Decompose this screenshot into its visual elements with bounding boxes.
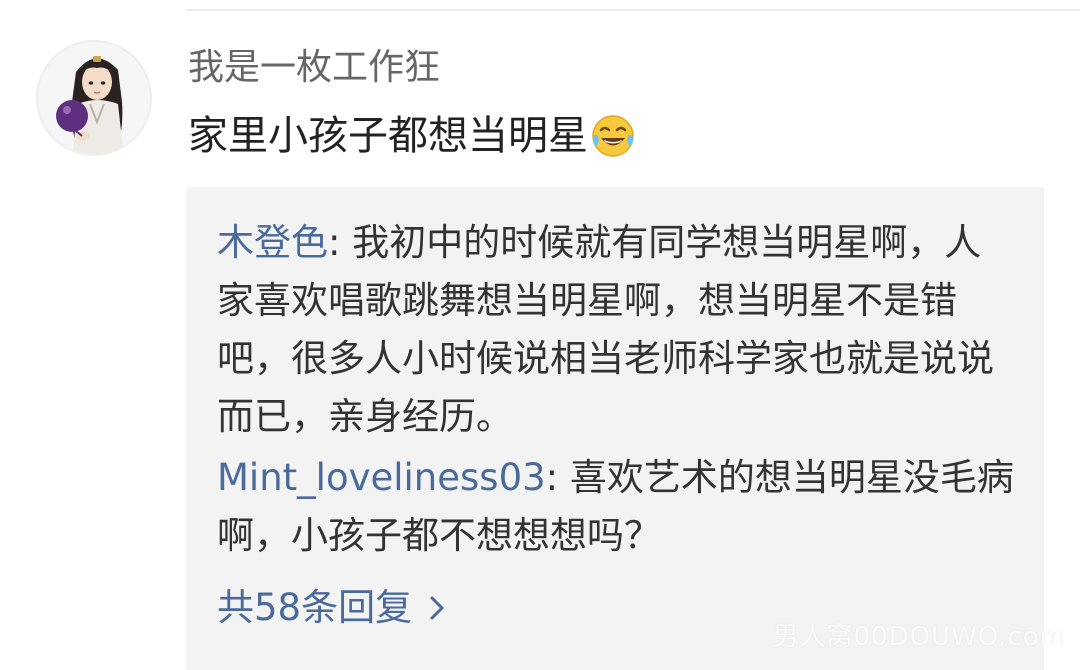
- comment-text: 家里小孩子都想当明星: [188, 113, 588, 159]
- laugh-cry-emoji-icon: [592, 115, 634, 157]
- comment-page: 我是一枚工作狂 家里小孩子都想当明星 木登色: 我初中的时候就有同学想当明星啊，…: [0, 0, 1080, 670]
- comment-body: 家里小孩子都想当明星: [188, 109, 636, 163]
- more-replies-link[interactable]: 共58条回复: [217, 579, 446, 637]
- reply-author-link[interactable]: 木登色: [217, 221, 328, 264]
- avatar[interactable]: [36, 40, 152, 156]
- avatar-illustration: [38, 42, 150, 154]
- divider: [186, 9, 1080, 11]
- reply-separator: :: [545, 456, 570, 499]
- comment-username[interactable]: 我是一枚工作狂: [188, 44, 440, 92]
- chevron-right-icon: [430, 596, 444, 620]
- reply-item: 木登色: 我初中的时候就有同学想当明星啊，人家喜欢唱歌跳舞想当明星啊，想当明星不…: [217, 214, 1017, 446]
- more-replies-label: 共58条回复: [217, 586, 413, 629]
- reply-item: Mint_loveliness03: 喜欢艺术的想当明星没毛病啊，小孩子都不想想…: [217, 449, 1017, 565]
- reply-author-link[interactable]: Mint_loveliness03: [217, 456, 546, 499]
- watermark: 男人窝00DOUWO.com: [772, 622, 1066, 652]
- replies-panel: 木登色: 我初中的时候就有同学想当明星啊，人家喜欢唱歌跳舞想当明星啊，想当明星不…: [186, 187, 1044, 670]
- reply-separator: :: [328, 221, 353, 264]
